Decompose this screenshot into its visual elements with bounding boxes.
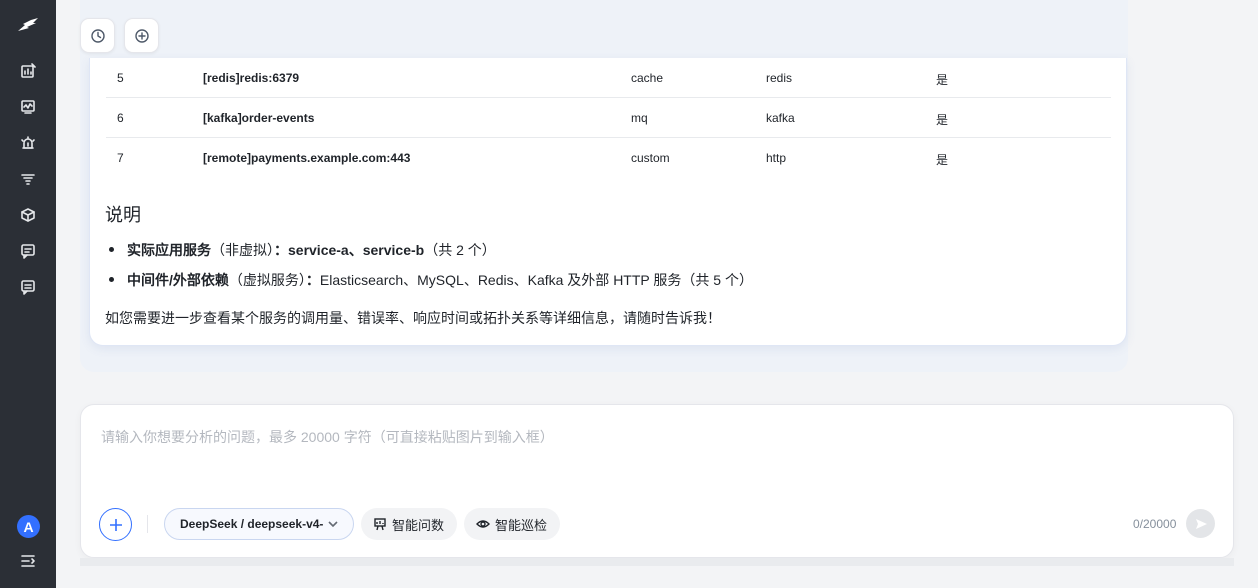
row-index: 6 [117,111,124,125]
monitor-icon[interactable] [16,95,40,119]
bullet-paren: （非虚拟） [211,242,274,258]
service-component: kafka [766,111,795,125]
alarm-icon[interactable] [16,131,40,155]
input-panel-shadow [80,558,1234,566]
logo-icon[interactable] [16,14,40,38]
table-row: 5 [redis]redis:6379 cache redis 是 [106,58,1111,98]
chart-edit-icon[interactable] [16,59,40,83]
service-type: custom [631,151,670,165]
row-index: 7 [117,151,124,165]
sidebar: A [0,0,56,588]
char-counter: 0/20000 [1133,517,1177,531]
answer-card: 5 [redis]redis:6379 cache redis 是 6 [kaf… [89,58,1127,346]
bullet-services: service-a、service-b [288,242,425,258]
send-icon [1195,518,1207,529]
main-area: 5 [redis]redis:6379 cache redis 是 6 [kaf… [56,0,1258,588]
question-input[interactable]: 请输入你想要分析的问题，最多 20000 字符（可直接粘贴图片到输入框） [101,427,554,447]
row-index: 5 [117,71,124,85]
list-item: 实际应用服务（非虚拟）：service-a、service-b（共 2 个） [109,240,496,260]
chevron-down-icon [328,521,338,528]
attach-button[interactable] [99,508,132,541]
service-type: cache [631,71,664,85]
smart-query-label: 智能问数 [392,517,445,533]
filter-list-icon[interactable] [16,167,40,191]
service-component: redis [766,71,793,85]
collapse-menu-icon[interactable] [16,549,40,573]
history-icon [90,28,105,43]
eye-icon [476,520,490,528]
service-name: [kafka]order-events [203,111,315,125]
chart-board-icon [374,518,386,531]
service-name: [redis]redis:6379 [203,71,300,85]
chat-input-panel: 请输入你想要分析的问题，最多 20000 字符（可直接粘贴图片到输入框） Dee… [80,404,1234,558]
bullet-colon: ： [274,242,288,258]
plus-icon [109,518,122,531]
bullet-count: （共 2 个） [424,242,496,258]
closing-text: 如您需要进一步查看某个服务的调用量、错误率、响应时间或拓扑关系等详细信息，请随时… [105,310,721,326]
bullet-text: Elasticsearch、MySQL、Redis、Kafka 及外部 HTTP… [319,272,753,288]
new-chat-button[interactable] [124,18,159,53]
is-virtual: 是 [936,153,949,167]
message-icon[interactable] [16,239,40,263]
smart-patrol-label: 智能巡检 [495,517,548,533]
notes-heading: 说明 [105,205,141,225]
smart-patrol-button[interactable]: 智能巡检 [464,508,560,540]
is-virtual: 是 [936,73,949,87]
send-button[interactable] [1186,509,1215,538]
bullet-paren: （虚拟服务） [228,272,306,288]
avatar[interactable]: A [17,515,40,538]
bullet-label: 实际应用服务 [127,242,211,258]
service-name: [remote]payments.example.com:443 [203,151,411,165]
message-alt-icon[interactable] [16,275,40,299]
list-item: 中间件/外部依赖（虚拟服务）：Elasticsearch、MySQL、Redis… [109,270,753,290]
model-select-label: DeepSeek / deepseek-v4- [180,517,324,531]
service-type: mq [631,111,648,125]
model-select[interactable]: DeepSeek / deepseek-v4- [164,508,354,540]
bullet-colon: ： [305,272,320,288]
smart-query-button[interactable]: 智能问数 [361,508,457,540]
add-circle-icon [134,28,149,43]
divider [147,515,148,533]
is-virtual: 是 [936,113,949,127]
cube-icon[interactable] [16,203,40,227]
table-row: 7 [remote]payments.example.com:443 custo… [106,138,1111,178]
history-button[interactable] [80,18,115,53]
service-component: http [766,151,787,165]
bullet-label: 中间件/外部依赖 [127,272,229,288]
table-row: 6 [kafka]order-events mq kafka 是 [106,98,1111,138]
